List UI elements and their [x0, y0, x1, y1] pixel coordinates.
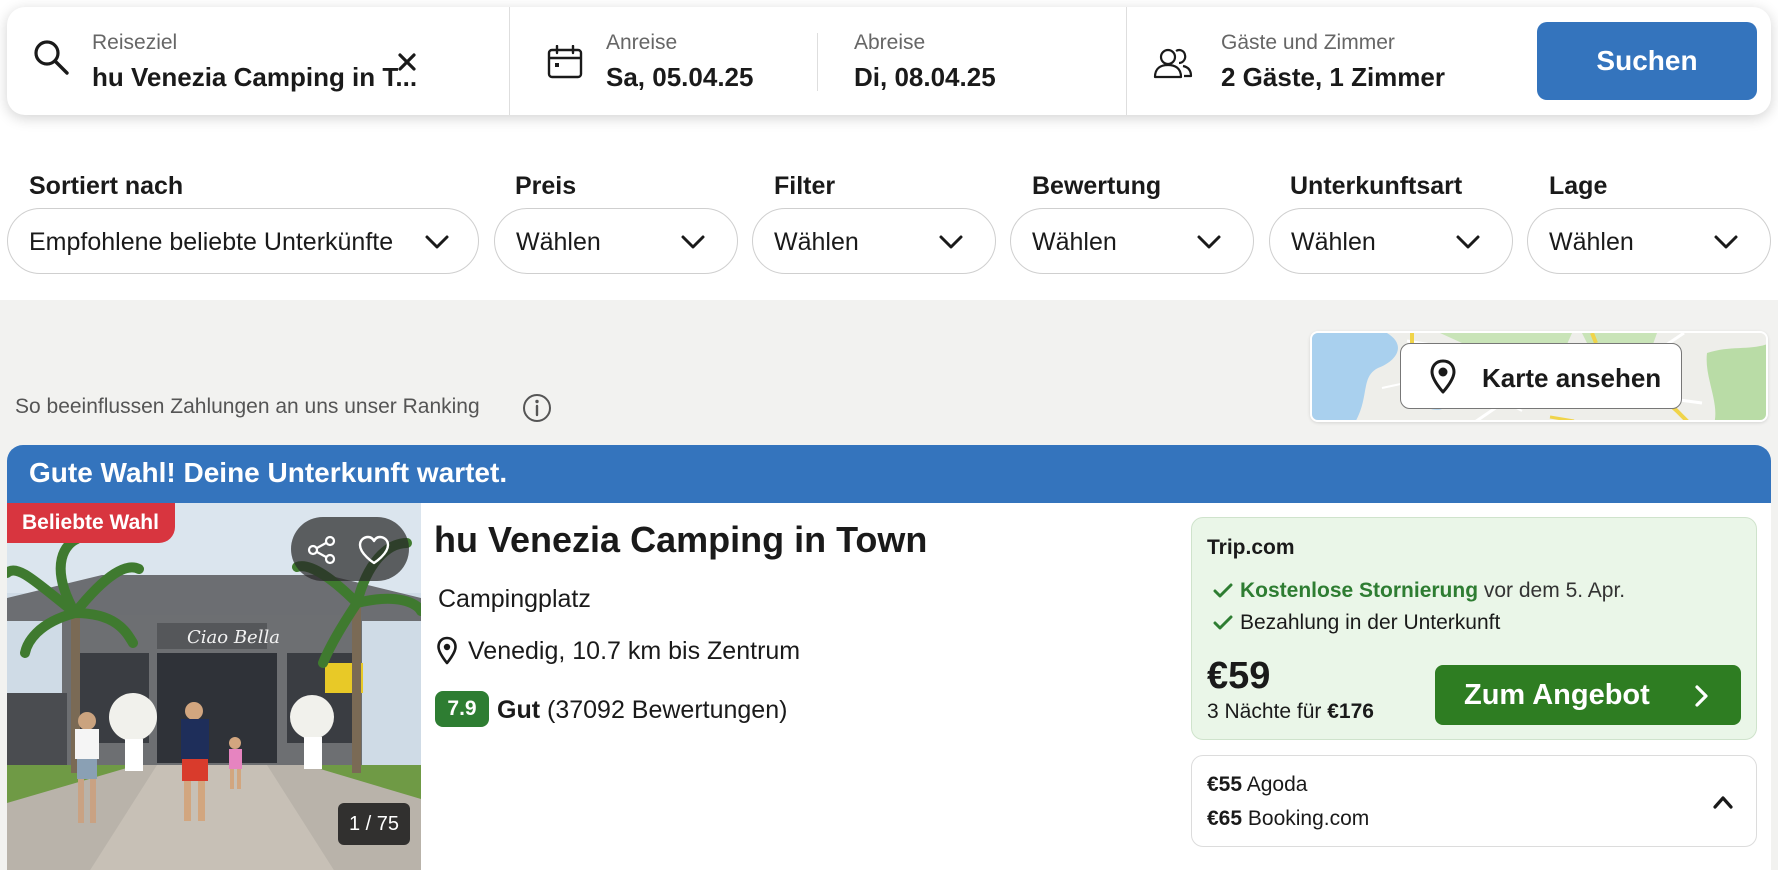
svg-text:Ciao Bella: Ciao Bella	[187, 627, 280, 648]
destination-field[interactable]: Reiseziel hu Venezia Camping in T...	[7, 7, 450, 115]
check-icon	[1213, 615, 1233, 630]
rating-select[interactable]: Wählen	[1010, 208, 1254, 274]
hotel-type: Campingplatz	[438, 585, 591, 613]
benefit-free-cancel: Kostenlose Stornierung vor dem 5. Apr.	[1240, 579, 1625, 603]
location-select[interactable]: Wählen	[1527, 208, 1771, 274]
alt-offer-provider: Booking.com	[1247, 807, 1370, 830]
benefit-pay-at-property: Bezahlung in der Unterkunft	[1240, 611, 1501, 634]
nights-text: 3 Nächte für	[1207, 700, 1322, 723]
offer-provider: Trip.com	[1207, 536, 1295, 559]
chevron-down-icon	[681, 235, 705, 249]
checkout-value[interactable]: Di, 08.04.25	[854, 62, 996, 93]
ranking-note[interactable]: So beeinflussen Zahlungen an uns unser R…	[15, 395, 480, 419]
map-button[interactable]: Karte ansehen	[1400, 343, 1682, 409]
deal-button[interactable]: Zum Angebot	[1435, 665, 1741, 725]
offer-nights: 3 Nächte für €176	[1207, 700, 1374, 724]
rating-select-value: Wählen	[1032, 228, 1117, 256]
search-icon	[34, 40, 69, 75]
hotel-name[interactable]: hu Venezia Camping in Town	[434, 519, 927, 561]
sort-select[interactable]: Empfohlene beliebte Unterkünfte	[7, 208, 479, 274]
filter-label-sort: Sortiert nach	[29, 172, 184, 200]
destination-label: Reiseziel	[92, 31, 178, 54]
checkin-field[interactable]: Anreise Sa, 05.04.25	[510, 7, 824, 115]
photo-actions	[291, 517, 409, 581]
guests-icon	[1153, 48, 1193, 79]
search-bar: Reiseziel hu Venezia Camping in T... Anr…	[7, 7, 1771, 115]
heart-icon[interactable]	[357, 534, 391, 566]
chevron-right-icon	[1695, 685, 1708, 707]
checkout-label: Abreise	[854, 31, 926, 54]
chevron-down-icon	[939, 235, 963, 249]
chevron-down-icon	[1456, 235, 1480, 249]
alt-offer-provider: Agoda	[1246, 773, 1308, 796]
filter-label-rating: Bewertung	[1032, 172, 1162, 200]
chevron-down-icon	[425, 235, 449, 249]
free-cancel-text: Kostenlose Stornierung	[1240, 579, 1479, 602]
alt-offer-row[interactable]: €65 Booking.com	[1207, 807, 1369, 831]
location-select-value: Wählen	[1549, 228, 1634, 256]
guests-label: Gäste und Zimmer	[1221, 31, 1395, 54]
alt-offer-price: €65	[1207, 807, 1243, 830]
price-select[interactable]: Wählen	[494, 208, 738, 274]
filter-select-value: Wählen	[774, 228, 859, 256]
price-select-value: Wählen	[516, 228, 601, 256]
map-pin-icon	[437, 636, 457, 665]
filter-label-property-type: Unterkunftsart	[1290, 172, 1463, 200]
result-banner: Gute Wahl! Deine Unterkunft wartet.	[7, 445, 1771, 503]
popular-badge: Beliebte Wahl	[7, 503, 175, 543]
offer-price: €59	[1207, 655, 1271, 697]
filter-label-location: Lage	[1549, 172, 1608, 200]
checkin-value[interactable]: Sa, 05.04.25	[606, 62, 753, 93]
map-button-label: Karte ansehen	[1482, 363, 1662, 393]
rating-score: 7.9	[435, 691, 489, 727]
check-icon	[1213, 583, 1233, 598]
share-icon[interactable]	[307, 535, 337, 565]
clear-icon[interactable]	[396, 51, 418, 73]
property-type-select[interactable]: Wählen	[1269, 208, 1513, 274]
map-pin-icon	[1430, 359, 1456, 394]
filter-label-price: Preis	[515, 172, 577, 200]
sort-select-value: Empfohlene beliebte Unterkünfte	[29, 228, 394, 256]
deal-button-label: Zum Angebot	[1464, 679, 1650, 711]
alt-offer-row[interactable]: €55 Agoda	[1207, 773, 1307, 797]
chevron-down-icon	[1714, 235, 1738, 249]
chevron-down-icon	[1197, 235, 1221, 249]
info-icon[interactable]	[522, 393, 552, 423]
guests-field[interactable]: Gäste und Zimmer 2 Gäste, 1 Zimmer	[1127, 7, 1527, 115]
calendar-icon	[547, 45, 583, 79]
rating-count[interactable]: (37092 Bewertungen)	[547, 696, 787, 725]
free-cancel-deadline: vor dem 5. Apr.	[1483, 579, 1626, 602]
hotel-location[interactable]: Venedig, 10.7 km bis Zentrum	[468, 637, 800, 666]
alternative-offers[interactable]: €55 Agoda €65 Booking.com	[1191, 755, 1757, 847]
chevron-up-icon[interactable]	[1711, 792, 1735, 812]
guests-value[interactable]: 2 Gäste, 1 Zimmer	[1221, 62, 1445, 93]
checkin-label: Anreise	[606, 31, 678, 54]
search-button[interactable]: Suchen	[1537, 22, 1757, 100]
offer-total: €176	[1327, 700, 1374, 723]
main-offer[interactable]: Trip.com Kostenlose Stornierung vor dem …	[1191, 517, 1757, 740]
filter-select[interactable]: Wählen	[752, 208, 996, 274]
property-type-select-value: Wählen	[1291, 228, 1376, 256]
checkout-field[interactable]: Abreise Di, 08.04.25	[818, 7, 1133, 115]
rating-label: Gut	[497, 696, 541, 724]
destination-value[interactable]: hu Venezia Camping in T...	[92, 62, 417, 93]
filter-label-filter: Filter	[774, 172, 836, 200]
photo-counter: 1 / 75	[338, 803, 410, 845]
alt-offer-price: €55	[1207, 773, 1243, 796]
